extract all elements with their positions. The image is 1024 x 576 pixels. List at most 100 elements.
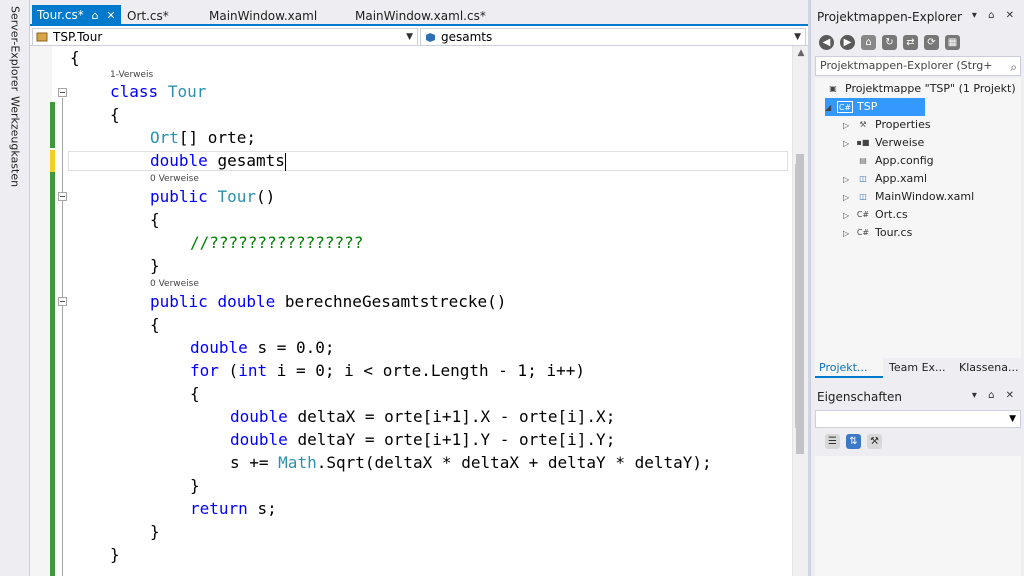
tree-item-project[interactable]: ◢ C# TSP: [825, 98, 925, 116]
tab-class-view[interactable]: Klassena...: [955, 358, 1023, 378]
expand-down-icon: ◢: [825, 103, 832, 112]
field-icon: [426, 33, 435, 42]
code-line: for (int i = 0; i < orte.Length - 1; i++…: [190, 361, 585, 380]
alphabetical-icon[interactable]: ⇅: [846, 434, 861, 449]
reference-count[interactable]: 0 Verweise: [150, 174, 199, 184]
panel-window-buttons[interactable]: ▾ ⌂ ✕: [972, 10, 1018, 21]
refresh-icon[interactable]: ⟳: [924, 34, 939, 50]
properties-title: Eigenschaften: [817, 390, 903, 404]
scroll-up-arrow[interactable]: ▲: [793, 46, 809, 60]
tab-team-explorer[interactable]: Team Ex...: [885, 358, 953, 378]
csharp-file-icon: C#: [856, 210, 870, 219]
tree-item-references[interactable]: ▷ ▪■ Verweise: [843, 134, 924, 152]
tree-item-tour-cs[interactable]: ▷ C# Tour.cs: [843, 224, 912, 242]
scroll-thumb[interactable]: [796, 154, 804, 454]
csharp-file-icon: C#: [856, 228, 870, 237]
tree-item-properties[interactable]: ▷ ⚒ Properties: [843, 116, 931, 134]
tab-label: Tour.cs*: [37, 8, 84, 22]
code-line: {: [70, 48, 80, 67]
code-line: double deltaX = orte[i+1].X - orte[i].X;: [230, 407, 616, 426]
back-icon[interactable]: ◀: [819, 34, 834, 50]
tree-item-app-config[interactable]: ▤ App.config: [855, 152, 933, 170]
solution-search-input[interactable]: Projektmappen-Explorer (Strg+ ⌕: [815, 56, 1021, 76]
change-bar-unsaved: [50, 150, 55, 172]
forward-icon[interactable]: ▶: [840, 34, 855, 50]
tab-mainwindow-xaml[interactable]: MainWindow.xaml: [204, 6, 322, 26]
expand-right-icon: ▷: [843, 229, 850, 238]
code-line: double s = 0.0;: [190, 338, 335, 357]
server-explorer-tab[interactable]: Server-Explorer: [6, 6, 24, 91]
left-tool-strip: Server-Explorer Werkzeugkasten: [0, 0, 30, 576]
member-dropdown-value: gesamts: [441, 30, 493, 44]
code-line: }: [150, 256, 160, 275]
properties-object-dropdown[interactable]: ▼: [815, 410, 1021, 428]
xaml-file-icon: ◫: [859, 174, 867, 183]
code-line: {: [110, 105, 120, 124]
chevron-down-icon: ▼: [1009, 414, 1016, 424]
code-line: }: [110, 545, 120, 564]
tab-tour-cs[interactable]: Tour.cs* ⌂ ✕: [32, 5, 121, 26]
solution-tree: ▣ Projektmappe "TSP" (1 Projekt) ◢ C# TSP ▷…: [815, 78, 1021, 358]
home-icon[interactable]: ⌂: [861, 34, 876, 50]
code-line: }: [150, 522, 160, 541]
toolbox-tab[interactable]: Werkzeugkasten: [6, 96, 24, 187]
panel-tabs: Projekt... Team Ex... Klassena...: [815, 358, 1024, 378]
code-line: Ort[] orte;: [150, 128, 256, 147]
chevron-down-icon: ▼: [406, 32, 413, 42]
code-area[interactable]: { 1-Verweis class Tour { Ort[] orte; dou…: [30, 46, 808, 576]
expand-right-icon: ▷: [843, 139, 850, 148]
fold-toggle[interactable]: [58, 192, 67, 201]
collapse-all-icon[interactable]: ▦: [945, 34, 960, 50]
tab-label: MainWindow.xaml.cs*: [355, 9, 486, 23]
sync-icon[interactable]: ⇄: [903, 34, 918, 50]
tab-label: MainWindow.xaml: [209, 9, 318, 23]
properties-grid: [815, 456, 1021, 576]
code-line: s += Math.Sqrt(deltaX * deltaX + deltaY …: [230, 453, 712, 472]
editor-scrollbar[interactable]: ▲: [792, 46, 808, 576]
search-icon[interactable]: ⌕: [1010, 58, 1017, 75]
code-line: public double berechneGesamtstrecke(): [150, 292, 507, 311]
history-icon[interactable]: ↻: [882, 34, 897, 50]
fold-guide: [62, 98, 63, 576]
tree-item-mainwindow-xaml[interactable]: ▷ ◫ MainWindow.xaml: [843, 188, 974, 206]
tree-item-app-xaml[interactable]: ▷ ◫ App.xaml: [843, 170, 927, 188]
solution-icon: ▣: [829, 84, 837, 93]
tab-mainwindow-xaml-cs[interactable]: MainWindow.xaml.cs*: [350, 6, 491, 26]
code-line: //????????????????: [190, 233, 364, 252]
fold-toggle[interactable]: [58, 297, 67, 306]
chevron-down-icon: ▼: [794, 32, 801, 42]
reference-count[interactable]: 0 Verweise: [150, 279, 199, 289]
panel-window-buttons[interactable]: ▾ ⌂ ✕: [972, 390, 1018, 401]
tab-ort-cs[interactable]: Ort.cs*: [122, 6, 174, 26]
property-pages-icon[interactable]: ⚒: [867, 434, 882, 449]
code-line: {: [190, 384, 200, 403]
tree-item-ort-cs[interactable]: ▷ C# Ort.cs: [843, 206, 908, 224]
indicator-margin: [30, 46, 52, 576]
change-bar-saved: [50, 172, 55, 576]
solution-explorer-toolbar: ◀ ▶ ⌂ ↻ ⇄ ⟳ ▦: [819, 32, 960, 52]
references-icon: ▪■: [856, 138, 870, 147]
change-bar-saved: [50, 102, 55, 148]
code-line: double deltaY = orte[i+1].Y - orte[i].Y;: [230, 430, 616, 449]
code-line: return s;: [190, 499, 277, 518]
expand-right-icon: ▷: [843, 175, 850, 184]
expand-right-icon: ▷: [843, 193, 850, 202]
fold-toggle[interactable]: [58, 88, 67, 97]
right-tool-panel: Projektmappen-Explorer ▾ ⌂ ✕ ◀ ▶ ⌂ ↻ ⇄ ⟳…: [810, 0, 1024, 576]
tab-label: Ort.cs*: [127, 9, 169, 23]
search-placeholder: Projektmappen-Explorer (Strg+: [820, 59, 993, 72]
expand-right-icon: ▷: [843, 121, 850, 130]
reference-count[interactable]: 1-Verweis: [110, 70, 153, 80]
member-dropdown[interactable]: gesamts ▼: [420, 28, 806, 46]
close-icon[interactable]: ✕: [106, 6, 115, 26]
pin-icon[interactable]: ⌂: [92, 6, 99, 26]
categorized-icon[interactable]: ☰: [825, 434, 840, 449]
code-line: }: [190, 476, 200, 495]
tree-item-solution[interactable]: ▣ Projektmappe "TSP" (1 Projekt): [825, 80, 1015, 98]
class-icon: [36, 32, 48, 42]
text-caret: [284, 152, 286, 171]
type-dropdown[interactable]: TSP.Tour ▼: [32, 28, 418, 46]
tab-solution-explorer[interactable]: Projekt...: [815, 358, 883, 378]
code-line: double gesamts: [150, 151, 286, 171]
xaml-file-icon: ◫: [859, 192, 867, 201]
